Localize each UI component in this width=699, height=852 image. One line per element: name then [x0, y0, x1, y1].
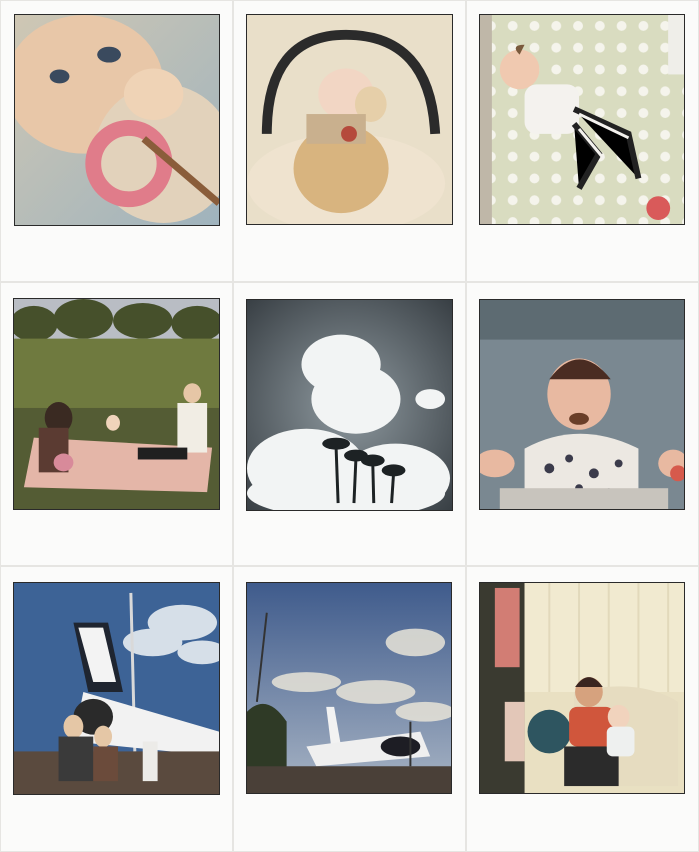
- polaroid-8: [233, 566, 466, 852]
- photo-clouds-and-palm-trees: [246, 299, 453, 511]
- polaroid-1: [0, 0, 233, 282]
- polaroid-9: [466, 566, 699, 852]
- photo-baby-on-polka-dot-blanket: [479, 14, 685, 225]
- photo-baby-in-bouncer: [246, 14, 453, 225]
- polaroid-5: [233, 282, 466, 566]
- polaroid-4: [0, 282, 233, 566]
- polaroid-7: [0, 566, 233, 852]
- polaroid-2: [233, 0, 466, 282]
- photo-space-shuttle-street: [246, 582, 452, 794]
- polaroid-3: [466, 0, 699, 282]
- photo-space-shuttle-group: [13, 582, 220, 795]
- photo-baby-messy-face: [479, 299, 685, 510]
- polaroid-6: [466, 282, 699, 566]
- polaroid-collage: [0, 0, 699, 852]
- photo-woman-holding-baby-in-chair: [479, 582, 685, 794]
- photo-baby-teether: [14, 14, 220, 226]
- photo-family-picnic-in-park: [13, 298, 220, 510]
